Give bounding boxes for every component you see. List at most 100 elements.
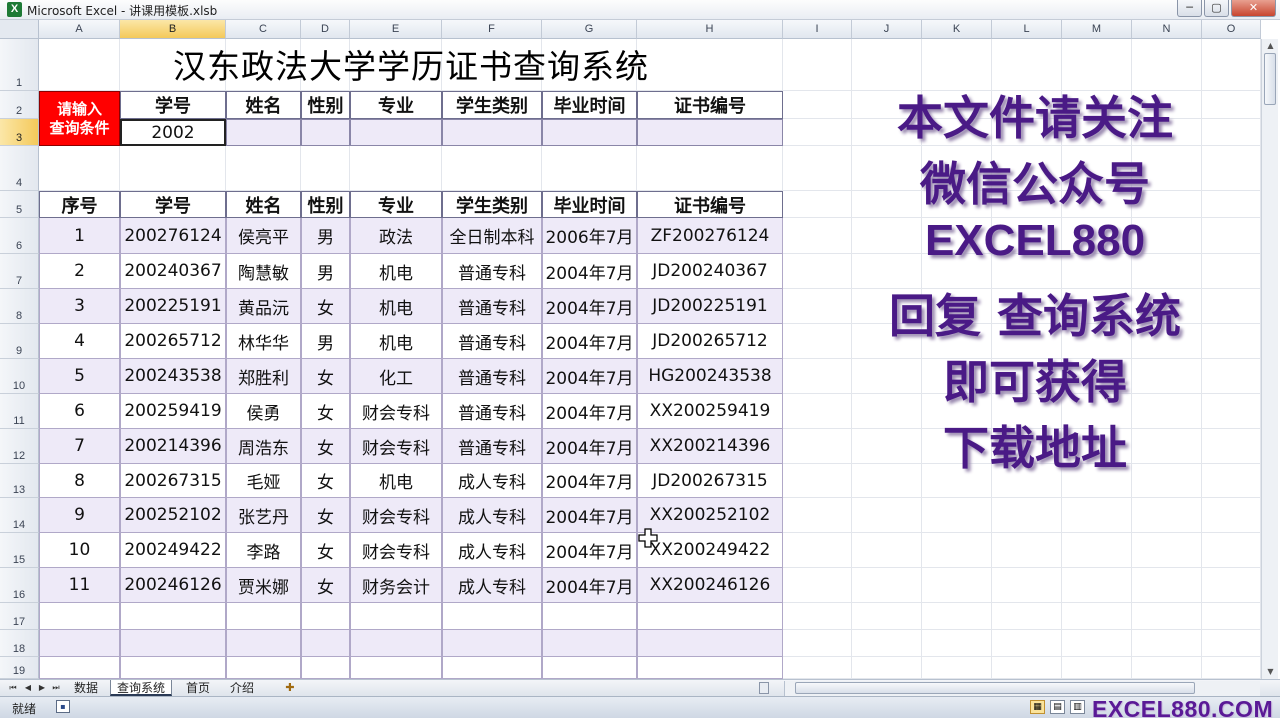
- sheet-tab-home[interactable]: 首页: [180, 680, 216, 696]
- table-cell[interactable]: 2004年7月: [542, 533, 637, 568]
- column-header-o[interactable]: O: [1202, 20, 1261, 39]
- table-cell[interactable]: 2004年7月: [542, 359, 637, 394]
- query-header-cell[interactable]: 性别: [301, 91, 350, 119]
- table-cell[interactable]: 4: [39, 324, 120, 359]
- table-cell[interactable]: JD200267315: [637, 464, 783, 498]
- row-header-2[interactable]: 2: [0, 91, 39, 119]
- table-cell[interactable]: 陶慧敏: [226, 254, 301, 289]
- table-cell[interactable]: 女: [301, 359, 350, 394]
- table-cell[interactable]: XX200249422: [637, 533, 783, 568]
- table-cell[interactable]: 200249422: [120, 533, 226, 568]
- table-cell[interactable]: 贾米娜: [226, 568, 301, 603]
- select-all-corner[interactable]: [0, 20, 39, 39]
- table-cell[interactable]: 2004年7月: [542, 568, 637, 603]
- table-cell[interactable]: 女: [301, 533, 350, 568]
- row-header-3[interactable]: 3: [0, 119, 39, 146]
- table-cell[interactable]: 200267315: [120, 464, 226, 498]
- table-cell[interactable]: ZF200276124: [637, 218, 783, 254]
- table-cell[interactable]: 机电: [350, 289, 442, 324]
- table-cell[interactable]: 200259419: [120, 394, 226, 429]
- table-cell[interactable]: 1: [39, 218, 120, 254]
- table-cell[interactable]: 200225191: [120, 289, 226, 324]
- table-cell[interactable]: 11: [39, 568, 120, 603]
- query-header-cell[interactable]: 学号: [120, 91, 226, 119]
- table-cell[interactable]: [226, 657, 301, 679]
- table-cell[interactable]: 普通专科: [442, 254, 542, 289]
- maximize-button[interactable]: ▢: [1204, 0, 1229, 17]
- query-input-cell[interactable]: [301, 119, 350, 146]
- table-cell[interactable]: 成人专科: [442, 498, 542, 533]
- table-cell[interactable]: 黄品沅: [226, 289, 301, 324]
- query-input-cell[interactable]: [542, 119, 637, 146]
- row-header-10[interactable]: 10: [0, 359, 39, 394]
- tab-split-handle[interactable]: [759, 682, 769, 694]
- row-header-16[interactable]: 16: [0, 568, 39, 603]
- table-cell[interactable]: 女: [301, 568, 350, 603]
- table-cell[interactable]: 200252102: [120, 498, 226, 533]
- row-header-18[interactable]: 18: [0, 630, 39, 657]
- column-header-i[interactable]: I: [783, 20, 852, 39]
- column-header-f[interactable]: F: [442, 20, 542, 39]
- table-cell[interactable]: 财务会计: [350, 568, 442, 603]
- scroll-up-arrow-icon[interactable]: ▲: [1262, 39, 1279, 53]
- table-cell[interactable]: 女: [301, 429, 350, 464]
- table-header-cell[interactable]: 序号: [39, 191, 120, 218]
- column-header-l[interactable]: L: [992, 20, 1062, 39]
- table-cell[interactable]: 5: [39, 359, 120, 394]
- query-label-cell[interactable]: 请输入 查询条件: [39, 91, 120, 146]
- table-cell[interactable]: 侯勇: [226, 394, 301, 429]
- table-cell[interactable]: 9: [39, 498, 120, 533]
- table-header-cell[interactable]: 毕业时间: [542, 191, 637, 218]
- table-cell[interactable]: 机电: [350, 464, 442, 498]
- table-cell[interactable]: 李路: [226, 533, 301, 568]
- table-cell[interactable]: [442, 630, 542, 657]
- table-cell[interactable]: 林华华: [226, 324, 301, 359]
- column-header-c[interactable]: C: [226, 20, 301, 39]
- table-cell[interactable]: [226, 603, 301, 630]
- table-cell[interactable]: 成人专科: [442, 568, 542, 603]
- query-header-cell[interactable]: 姓名: [226, 91, 301, 119]
- table-cell[interactable]: XX200252102: [637, 498, 783, 533]
- table-cell[interactable]: [350, 630, 442, 657]
- table-cell[interactable]: [350, 603, 442, 630]
- table-cell[interactable]: 财会专科: [350, 394, 442, 429]
- column-header-j[interactable]: J: [852, 20, 922, 39]
- query-header-cell[interactable]: 毕业时间: [542, 91, 637, 119]
- row-header-5[interactable]: 5: [0, 191, 39, 218]
- query-input-cell[interactable]: 2002: [120, 119, 226, 146]
- table-cell[interactable]: 普通专科: [442, 429, 542, 464]
- table-cell[interactable]: 普通专科: [442, 289, 542, 324]
- table-cell[interactable]: HG200243538: [637, 359, 783, 394]
- table-header-cell[interactable]: 学生类别: [442, 191, 542, 218]
- row-header-13[interactable]: 13: [0, 464, 39, 498]
- column-header-n[interactable]: N: [1132, 20, 1202, 39]
- table-cell[interactable]: 全日制本科: [442, 218, 542, 254]
- table-cell[interactable]: 张艺丹: [226, 498, 301, 533]
- table-cell[interactable]: 机电: [350, 324, 442, 359]
- table-cell[interactable]: JD200240367: [637, 254, 783, 289]
- table-cell[interactable]: [350, 657, 442, 679]
- row-header-17[interactable]: 17: [0, 603, 39, 630]
- table-cell[interactable]: XX200214396: [637, 429, 783, 464]
- table-cell[interactable]: [301, 630, 350, 657]
- table-cell[interactable]: 200243538: [120, 359, 226, 394]
- table-cell[interactable]: [637, 630, 783, 657]
- vertical-scrollbar[interactable]: ▲ ▼: [1261, 39, 1278, 679]
- row-header-4[interactable]: 4: [0, 146, 39, 191]
- row-header-8[interactable]: 8: [0, 289, 39, 324]
- row-header-6[interactable]: 6: [0, 218, 39, 254]
- row-header-11[interactable]: 11: [0, 394, 39, 429]
- horizontal-scrollbar[interactable]: [784, 681, 1260, 696]
- table-cell[interactable]: 郑胜利: [226, 359, 301, 394]
- table-cell[interactable]: 2006年7月: [542, 218, 637, 254]
- table-cell[interactable]: 机电: [350, 254, 442, 289]
- table-cell[interactable]: [442, 603, 542, 630]
- table-header-cell[interactable]: 性别: [301, 191, 350, 218]
- sheet-tab-query[interactable]: 查询系统: [110, 680, 173, 696]
- row-header-1[interactable]: 1: [0, 39, 39, 91]
- sheet-tab-data[interactable]: 数据: [68, 680, 104, 696]
- table-cell[interactable]: 男: [301, 324, 350, 359]
- prev-sheet-icon[interactable]: ◀: [23, 682, 33, 694]
- row-header-14[interactable]: 14: [0, 498, 39, 533]
- table-cell[interactable]: [542, 603, 637, 630]
